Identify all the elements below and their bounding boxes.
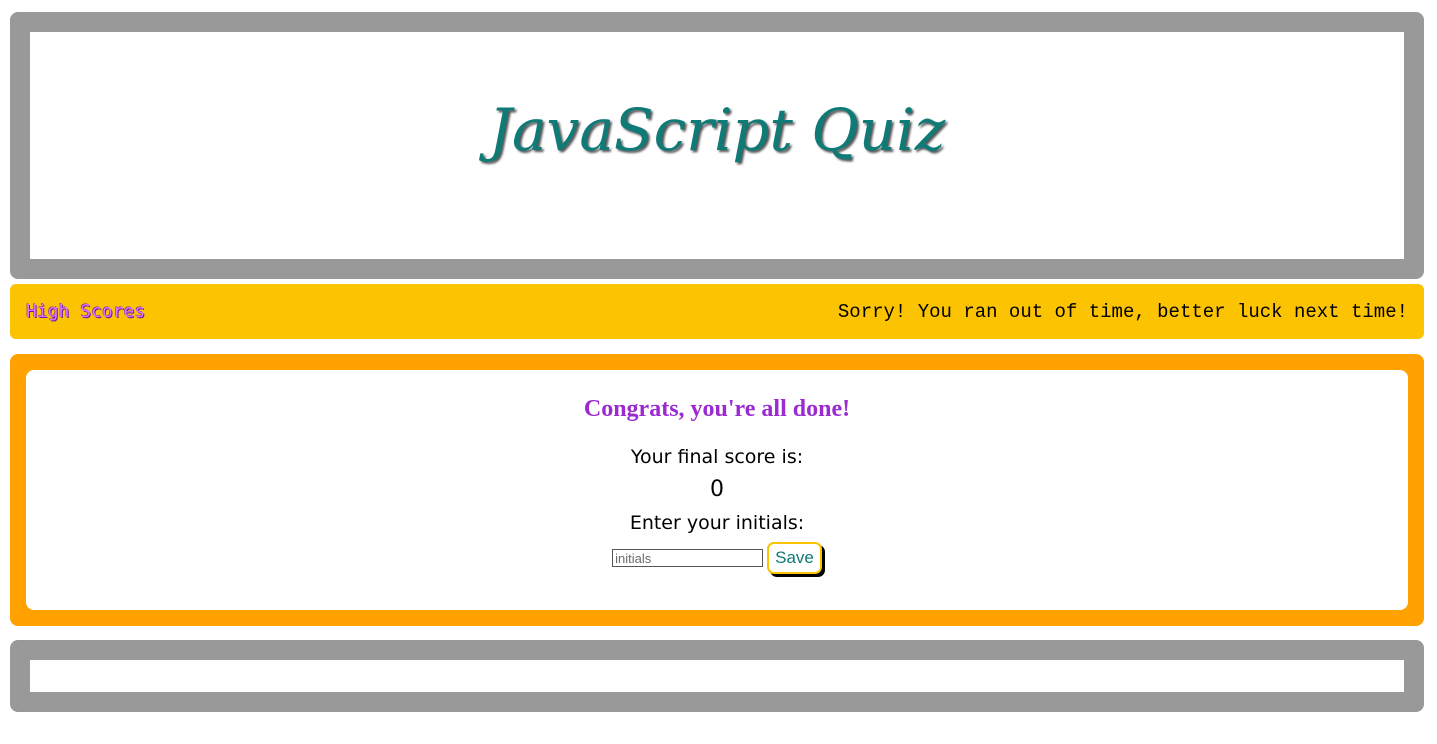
- page-title: JavaScript Quiz: [488, 95, 946, 164]
- quiz-panel: Congrats, you're all done! Your final sc…: [10, 354, 1424, 626]
- quiz-content: Congrats, you're all done! Your final sc…: [26, 370, 1408, 610]
- final-score-value: 0: [710, 477, 724, 502]
- final-score-label: Your final score is:: [630, 446, 804, 468]
- initials-label: Enter your initials:: [629, 512, 805, 534]
- header-panel: JavaScript Quiz: [10, 12, 1424, 279]
- footer-panel: [10, 640, 1424, 712]
- header-inner: JavaScript Quiz: [30, 32, 1404, 259]
- nav-bar: High Scores Sorry! You ran out of time, …: [10, 284, 1424, 339]
- initials-input[interactable]: [612, 549, 764, 567]
- done-heading: Congrats, you're all done!: [583, 396, 851, 422]
- quiz-page: JavaScript Quiz High Scores Sorry! You r…: [0, 0, 1437, 744]
- save-button[interactable]: Save: [767, 542, 822, 574]
- footer-inner: [30, 660, 1404, 692]
- initials-form: Save: [612, 542, 822, 574]
- high-scores-link[interactable]: High Scores: [26, 301, 145, 322]
- timer-message: Sorry! You ran out of time, better luck …: [837, 300, 1408, 323]
